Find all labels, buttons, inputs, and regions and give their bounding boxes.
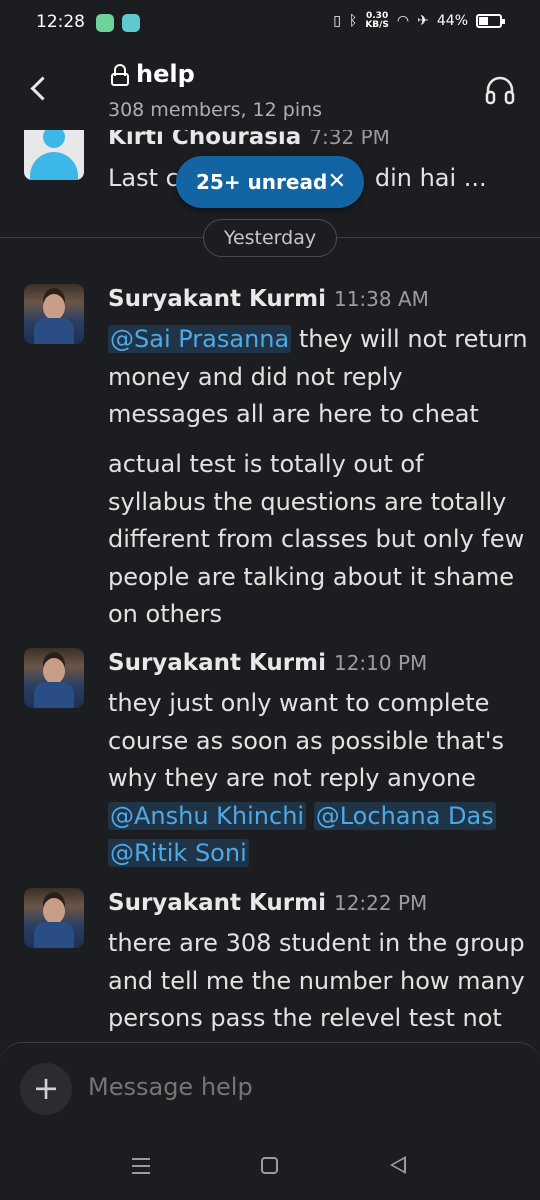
system-nav-bar	[0, 1140, 540, 1200]
channel-header-overlay: help 308 members, 12 pins	[0, 48, 540, 130]
phone-app-icon	[96, 14, 114, 32]
recents-menu-icon[interactable]	[132, 1158, 150, 1174]
message-input[interactable]	[88, 1073, 508, 1101]
message-text: there are 308 student in the group and t…	[108, 929, 525, 1032]
user-mention[interactable]: @Ritik Soni	[108, 839, 249, 867]
channel-lock-icon	[110, 64, 130, 86]
battery-percent: 44%	[436, 13, 468, 29]
date-divider[interactable]: Yesterday	[203, 219, 337, 257]
home-square-icon[interactable]	[261, 1157, 278, 1174]
message-text: actual test is totally out of syllabus t…	[108, 450, 525, 628]
back-chevron-icon[interactable]	[26, 70, 56, 106]
channel-title-text[interactable]: help	[136, 60, 195, 88]
avatar[interactable]	[24, 284, 84, 344]
clock: 12:28	[36, 12, 85, 32]
status-bar: 12:28 ▯ ᛒ 0.30 KB/S ◠ ✈ 44%	[0, 0, 540, 48]
vibrate-icon: ▯	[333, 13, 341, 29]
channel-subtitle-text[interactable]: 308 members, 12 pins	[108, 99, 322, 121]
add-attachment-button[interactable]: +	[20, 1063, 72, 1115]
back-triangle-icon[interactable]	[390, 1156, 406, 1174]
battery-icon	[476, 14, 505, 28]
unread-label[interactable]: 25+ unread	[196, 170, 327, 194]
avatar[interactable]	[24, 888, 84, 948]
close-icon[interactable]: ✕	[328, 169, 346, 194]
chat-app-icon	[122, 14, 140, 32]
airplane-icon: ✈	[417, 13, 429, 29]
message-author[interactable]: Suryakant Kurmi 12:22 PM	[108, 890, 427, 916]
message-text: they just only want to complete course a…	[108, 689, 504, 867]
message-author[interactable]: Suryakant Kurmi 11:38 AM	[108, 286, 429, 312]
message-text: @Sai Prasanna they will not return money…	[108, 325, 528, 428]
user-mention[interactable]: @Anshu Khinchi	[108, 801, 307, 830]
user-mention[interactable]: @Lochana Das	[313, 801, 496, 830]
huddle-headphones-icon[interactable]	[484, 74, 516, 106]
network-speed: 0.30 KB/S	[365, 11, 389, 30]
wifi-icon: ◠	[396, 13, 410, 29]
message-author[interactable]: Suryakant Kurmi 12:10 PM	[108, 650, 427, 676]
bluetooth-icon: ᛒ	[348, 13, 358, 29]
unread-jump-pill[interactable]: 25+ unread ✕	[176, 156, 364, 208]
avatar[interactable]	[24, 648, 84, 708]
user-mention[interactable]: @Sai Prasanna	[108, 325, 292, 353]
